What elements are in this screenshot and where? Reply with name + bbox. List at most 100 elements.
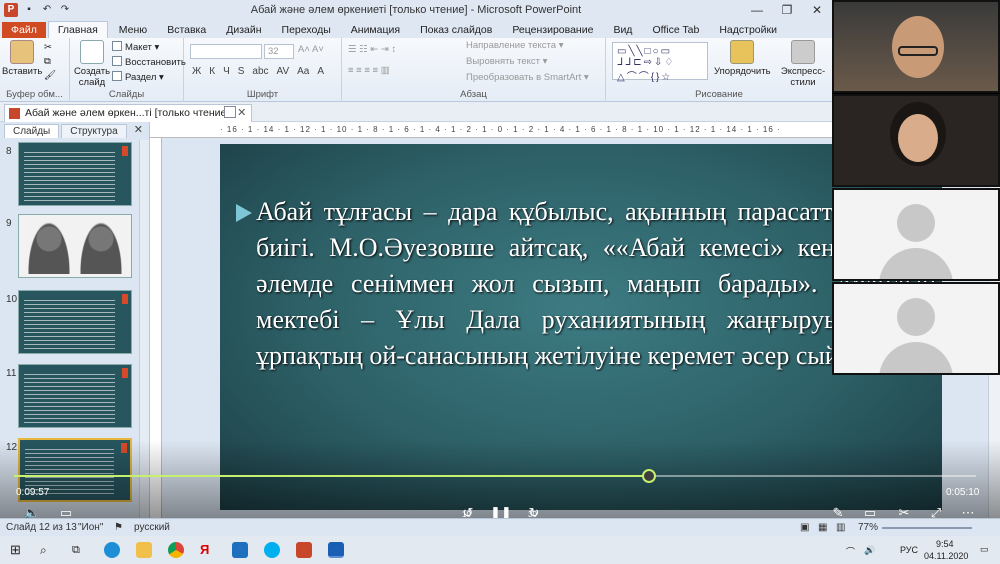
yandex-browser-icon[interactable]: Я — [200, 542, 216, 558]
change-case-button[interactable]: Aa — [297, 66, 309, 77]
tab-file[interactable]: Файл — [2, 22, 46, 38]
font-name-combo[interactable] — [190, 44, 262, 59]
redo-icon[interactable]: ↷ — [58, 3, 72, 17]
shapes-gallery[interactable]: ▭╲╲□○▭ ᒧᒧ⊏⇨⇩♢ △⌒⌒{}☆ — [612, 42, 708, 83]
notifications-icon[interactable]: ▭ — [980, 544, 989, 555]
input-language[interactable]: РУС — [900, 545, 918, 555]
tab-insert[interactable]: Вставка — [158, 22, 215, 38]
video-progress-handle[interactable] — [641, 469, 656, 483]
tab-design[interactable]: Дизайн — [217, 22, 270, 38]
participant-avatar-1[interactable] — [832, 188, 1000, 281]
zoom-slider[interactable] — [882, 527, 972, 529]
powerpoint-taskbar-icon[interactable] — [296, 542, 312, 558]
quick-styles-icon — [791, 40, 815, 64]
reset-button[interactable]: Восстановить — [112, 56, 186, 68]
tab-slideshow[interactable]: Показ слайдов — [411, 22, 501, 38]
section-button[interactable]: Раздел ▾ — [112, 71, 164, 83]
layout-label: Макет — [125, 42, 152, 53]
video-player-icon[interactable] — [328, 542, 344, 558]
skype-icon[interactable] — [264, 542, 280, 558]
list-buttons[interactable]: ☰ ☷ ⇤ ⇥ ↕ — [348, 44, 396, 55]
slide-thumbnail-10[interactable]: 10 — [0, 290, 138, 358]
slide-number: 11 — [6, 368, 17, 379]
smartart-button[interactable]: Преобразовать в SmartArt ▾ — [466, 72, 589, 83]
tab-transitions[interactable]: Переходы — [273, 22, 340, 38]
align-text-button[interactable]: Выровнять текст ▾ — [466, 56, 547, 67]
document-tab[interactable]: Абай және әлем өркен...ті [только чтение… — [4, 104, 253, 122]
format-painter-icon[interactable]: 🖌 — [44, 70, 56, 81]
bullet-arrow-icon — [236, 204, 252, 222]
arrange-button[interactable]: Упорядочить — [714, 40, 771, 77]
underline-button[interactable]: Ч — [223, 66, 230, 77]
tab-outline[interactable]: Структура — [61, 124, 127, 138]
tab-menu[interactable]: Меню — [110, 22, 156, 38]
mail-icon[interactable] — [232, 542, 248, 558]
font-color-button[interactable]: A — [317, 66, 324, 77]
slide-thumbnail-9[interactable]: 9 — [0, 214, 138, 282]
sorter-view-icon[interactable]: ▦ — [818, 522, 827, 533]
tab-office-tab[interactable]: Office Tab — [643, 22, 708, 38]
video-progress-bar[interactable] — [14, 469, 976, 483]
grow-font-icon[interactable]: A˄ A˅ — [298, 44, 324, 55]
title-bar: P ▪ ↶ ↷ Абай және әлем өркениеті [только… — [0, 0, 832, 20]
window-controls: — ❐ ✕ — [742, 0, 832, 20]
file-explorer-icon[interactable] — [136, 542, 152, 558]
quick-access-toolbar: P ▪ ↶ ↷ — [0, 3, 72, 17]
align-buttons[interactable]: ≡ ≡ ≡ ≡ ▥ — [348, 65, 390, 76]
paste-button[interactable]: Вставить — [2, 40, 42, 77]
slide-thumbnail-11[interactable]: 11 — [0, 364, 138, 432]
network-icon[interactable]: ⌒ — [846, 545, 855, 558]
powerpoint-app-icon[interactable]: P — [4, 3, 18, 17]
text-direction-button[interactable]: Направление текста ▾ — [466, 40, 563, 51]
close-pane-icon[interactable]: ✕ — [134, 123, 143, 136]
close-tab-icon[interactable]: ✕ — [237, 106, 246, 119]
edge-browser-icon[interactable] — [104, 542, 120, 558]
current-time: 0:09:57 — [16, 487, 50, 498]
language-label[interactable]: русский — [134, 522, 170, 533]
theme-name: "Ион" — [78, 522, 104, 533]
layout-button[interactable]: Макет ▾ — [112, 41, 159, 53]
participant-video-1[interactable] — [832, 0, 1000, 93]
minimize-button[interactable]: — — [742, 0, 772, 20]
search-icon[interactable]: ⌕ — [40, 542, 56, 558]
horizontal-ruler: · 16 · 1 · 14 · 1 · 12 · 1 · 10 · 1 · 8 … — [150, 122, 832, 138]
tab-home[interactable]: Главная — [47, 21, 108, 38]
new-tab-icon[interactable] — [224, 106, 236, 118]
save-icon[interactable]: ▪ — [22, 3, 36, 17]
tab-animation[interactable]: Анимация — [342, 22, 409, 38]
drawing-group-label: Рисование — [695, 89, 743, 100]
new-slide-button[interactable]: Создать слайд — [72, 40, 112, 88]
shadow-button[interactable]: S — [238, 66, 245, 77]
undo-icon[interactable]: ↶ — [40, 3, 54, 17]
volume-icon[interactable]: 🔊 — [864, 545, 875, 556]
maximize-button[interactable]: ❐ — [772, 0, 802, 20]
task-view-icon[interactable]: ⧉ — [72, 542, 88, 558]
copy-icon[interactable]: ⧉ — [44, 56, 51, 67]
quick-styles-button[interactable]: Экспресс-стили — [774, 40, 832, 88]
strikethrough-button[interactable]: abc — [252, 66, 268, 77]
slide-thumbnail-8[interactable]: 8 — [0, 142, 138, 210]
close-button[interactable]: ✕ — [802, 0, 832, 20]
zoom-level[interactable]: 77% — [858, 522, 878, 533]
participant-video-2[interactable] — [832, 94, 1000, 187]
tab-addins[interactable]: Надстройки — [710, 22, 786, 38]
participant-avatar-2[interactable] — [832, 282, 1000, 375]
tab-slides[interactable]: Слайды — [4, 124, 60, 138]
normal-view-icon[interactable]: ▣ — [800, 522, 809, 533]
char-spacing-button[interactable]: AV — [277, 66, 290, 77]
video-call-participants — [832, 0, 1000, 376]
reading-view-icon[interactable]: ▥ — [836, 522, 845, 533]
cut-icon[interactable]: ✂ — [44, 42, 52, 53]
slide-counter: Слайд 12 из 13 — [6, 522, 77, 533]
chrome-browser-icon[interactable] — [168, 542, 184, 558]
font-size-combo[interactable]: 32 — [264, 44, 294, 59]
taskbar: ⊞ ⌕ ⧉ Я ⌒ 🔊 РУС 9:54 04.11.2020 ▭ — [0, 536, 1000, 564]
spellcheck-icon[interactable]: ⚑ — [114, 522, 123, 533]
tab-view[interactable]: Вид — [604, 22, 641, 38]
ribbon: Вставить ✂ ⧉ 🖌 Буфер обм... Создать слай… — [0, 38, 832, 102]
italic-button[interactable]: К — [209, 66, 215, 77]
bold-button[interactable]: Ж — [192, 66, 201, 77]
font-group-label: Шрифт — [246, 89, 279, 100]
windows-start-icon[interactable]: ⊞ — [10, 542, 26, 558]
tab-review[interactable]: Рецензирование — [503, 22, 602, 38]
